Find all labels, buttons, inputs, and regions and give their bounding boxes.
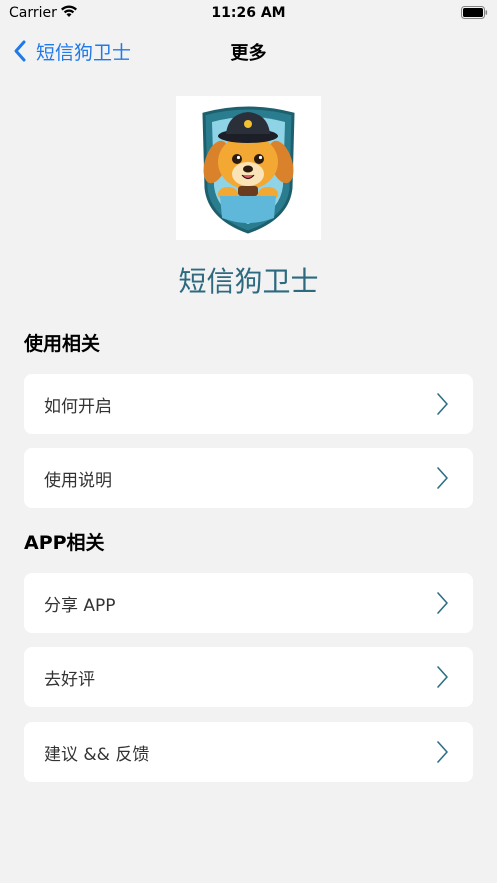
page-title: 更多 (230, 43, 267, 64)
status-time: 11:26 AM (211, 5, 286, 21)
chevron-right-icon (437, 393, 448, 415)
chevron-right-icon (437, 666, 448, 688)
row-label: 使用说明 (44, 471, 112, 491)
app-logo (176, 96, 321, 240)
row-rate-app[interactable]: 去好评 (24, 647, 473, 707)
section-header-app: APP相关 (24, 532, 105, 554)
row-label: 建议 && 反馈 (44, 745, 150, 765)
navigation-bar: 短信狗卫士 更多 (0, 30, 497, 74)
chevron-right-icon (437, 467, 448, 489)
row-instructions[interactable]: 使用说明 (24, 448, 473, 508)
row-share-app[interactable]: 分享 APP (24, 573, 473, 633)
status-bar: Carrier 11:26 AM (0, 0, 497, 28)
chevron-right-icon (437, 592, 448, 614)
more-screen: Carrier 11:26 AM 短信狗卫士 更多 短信狗卫士 使用相关 如何开… (0, 0, 497, 883)
row-label: 去好评 (44, 670, 95, 690)
battery-icon (461, 6, 488, 19)
dog-shield-logo-icon (202, 106, 295, 234)
section-header-usage: 使用相关 (24, 333, 101, 355)
row-label: 如何开启 (44, 397, 112, 417)
row-how-to-enable[interactable]: 如何开启 (24, 374, 473, 434)
chevron-right-icon (437, 741, 448, 763)
row-feedback[interactable]: 建议 && 反馈 (24, 722, 473, 782)
app-name: 短信狗卫士 (178, 265, 319, 298)
row-label: 分享 APP (44, 596, 116, 616)
